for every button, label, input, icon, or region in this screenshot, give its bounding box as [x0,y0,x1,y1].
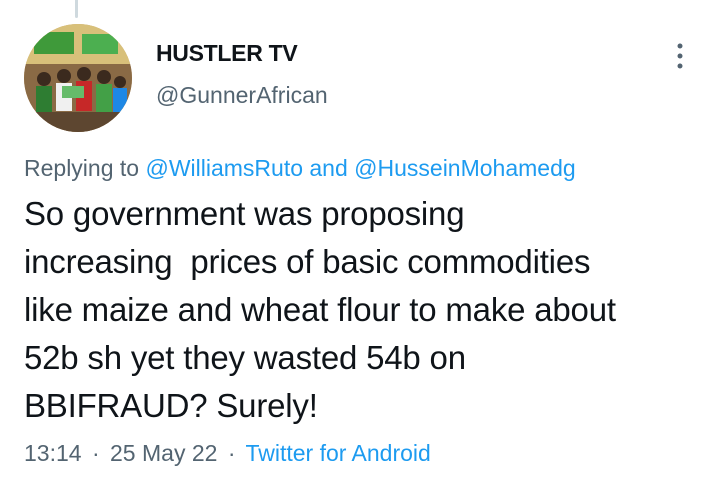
reply-context: Replying to @WilliamsRuto and @HusseinMo… [24,152,576,184]
thread-connector-line [75,0,78,18]
reply-prefix: Replying to [24,155,140,181]
author-avatar[interactable] [24,24,132,132]
more-options-button[interactable] [664,40,696,72]
mention-husseinmohamedg[interactable]: @HusseinMohamedg [354,155,576,181]
meta-separator: · [227,440,236,466]
group-photo-avatar-icon [24,24,132,132]
author-display-name[interactable]: HUSTLER TV [156,38,328,68]
meta-separator: · [91,440,100,466]
reply-conjunction: and [309,155,348,181]
tweet-date[interactable]: 25 May 22 [110,440,217,466]
tweet-text: So government was proposing increasing p… [24,195,616,424]
tweet-time[interactable]: 13:14 [24,440,82,466]
tweet-author: HUSTLER TV @GunnerAfrican [156,38,328,110]
tweet-source-link[interactable]: Twitter for Android [245,440,430,466]
mention-williamsruto[interactable]: @WilliamsRuto [145,155,303,181]
more-options-icon [677,43,683,69]
author-handle[interactable]: @GunnerAfrican [156,80,328,110]
tweet-metadata: 13:14 · 25 May 22 · Twitter for Android [24,437,431,469]
